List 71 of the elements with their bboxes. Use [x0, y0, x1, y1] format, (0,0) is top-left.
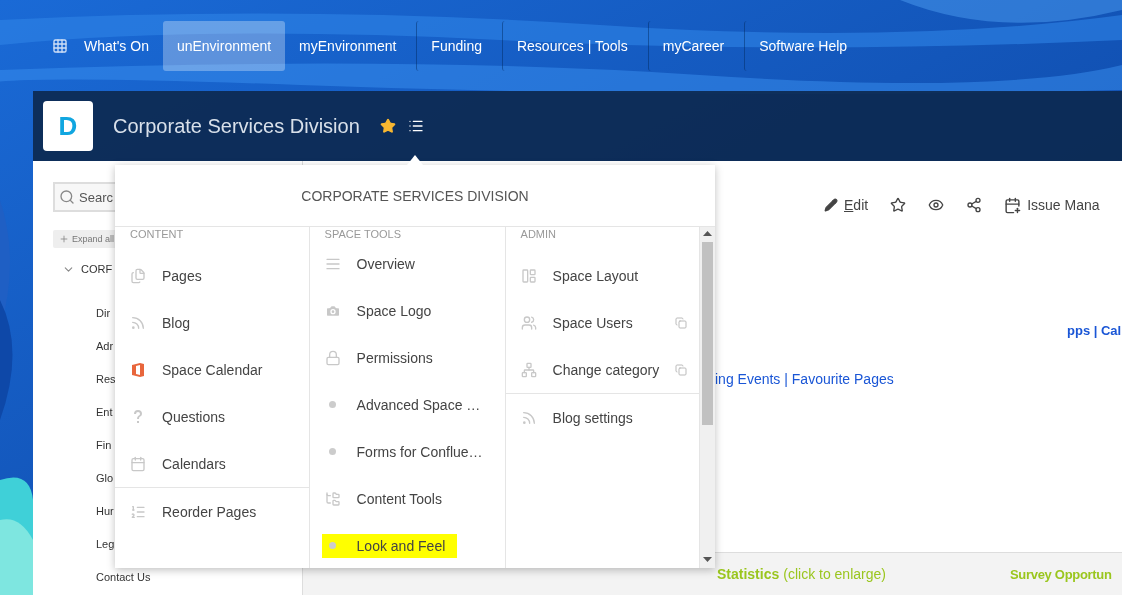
list-icon[interactable] — [407, 118, 424, 134]
tree-item[interactable]: Leg — [96, 537, 115, 550]
space-title: Corporate Services Division — [113, 114, 360, 138]
menu-item[interactable]: Reorder Pages — [115, 488, 309, 535]
page-links[interactable]: ing Events | Favourite Pages — [715, 371, 1122, 387]
share-icon[interactable] — [966, 197, 983, 213]
menu-item[interactable]: Calendars — [115, 440, 309, 487]
dot-icon — [328, 542, 336, 549]
scrollbar[interactable] — [700, 227, 715, 568]
layout-icon — [520, 267, 537, 284]
nav-tab[interactable]: Software Help — [744, 20, 862, 71]
office-icon — [130, 361, 146, 378]
tree-icon — [324, 490, 341, 507]
menu-item[interactable]: Space Layout — [505, 252, 700, 299]
edit-button[interactable]: Edit — [824, 197, 869, 213]
menu-item[interactable]: Forms for Conflue… — [309, 428, 505, 475]
nav-tab[interactable]: myEnvironment — [285, 20, 411, 71]
lock-icon — [324, 349, 341, 366]
nav-tab[interactable]: myCareer — [647, 20, 739, 71]
dot-icon — [328, 448, 336, 455]
menu-item[interactable]: Advanced Space … — [309, 381, 505, 428]
tree-item[interactable]: Res — [96, 372, 116, 385]
column-heading: ADMIN — [519, 227, 557, 242]
column-heading: SPACE TOOLS — [323, 227, 402, 240]
menu-item[interactable]: Blog settings — [505, 394, 700, 441]
star-icon[interactable] — [379, 118, 396, 134]
tree-item[interactable]: Glo — [96, 471, 114, 484]
menu-item[interactable]: Space Logo — [309, 287, 505, 334]
eye-icon[interactable] — [928, 197, 945, 213]
users-icon — [520, 314, 537, 331]
calendar-plus-icon — [1004, 196, 1022, 214]
tree-item[interactable]: Adr — [96, 339, 114, 352]
tree-item[interactable]: Fin — [96, 438, 112, 451]
issue-button[interactable]: Issue Mana — [1004, 196, 1100, 214]
menu-item[interactable]: Questions — [115, 393, 309, 440]
rss-icon — [520, 409, 537, 426]
search-placeholder: Searc — [79, 189, 113, 205]
menu-item[interactable]: Content Tools — [309, 475, 505, 522]
nav-tab[interactable]: What's On — [38, 20, 163, 71]
menu-item[interactable]: Change category — [505, 346, 700, 393]
menu-item[interactable]: Pages — [115, 252, 309, 299]
reorder-icon — [130, 503, 146, 520]
grid-icon — [52, 37, 68, 54]
tree-item[interactable]: CORF — [81, 263, 113, 275]
menu-item[interactable]: Overview — [309, 240, 505, 287]
page-links[interactable]: pps | Cal — [1067, 323, 1122, 338]
nav-tab[interactable]: Resources | Tools — [501, 20, 642, 71]
menu-item[interactable]: Space Calendar — [115, 346, 309, 393]
pencil-icon — [824, 198, 838, 212]
tree-item[interactable]: Hur — [96, 504, 114, 517]
menu-item[interactable]: Blog — [115, 299, 309, 346]
plus-icon — [59, 234, 69, 244]
menu-item[interactable]: Look and Feel — [309, 522, 505, 568]
menu-item[interactable]: Space Users — [505, 299, 700, 346]
tree-item[interactable]: Dir — [96, 306, 111, 319]
scroll-down-icon[interactable] — [703, 557, 713, 562]
star-icon[interactable] — [890, 197, 907, 213]
tree-item[interactable]: Contact Us — [96, 570, 151, 583]
menu-item[interactable]: Permissions — [309, 334, 505, 381]
highlight-marker: Look and Feel — [321, 533, 458, 558]
statistics-hint: (click to enlarge) — [783, 566, 886, 582]
search-icon — [59, 189, 75, 205]
dot-icon — [328, 401, 336, 408]
tree-item[interactable]: Ent — [96, 405, 113, 418]
sitemap-icon — [520, 361, 537, 378]
scroll-up-icon[interactable] — [703, 231, 713, 236]
menu-title: CORPORATE SERVICES DIVISION — [115, 165, 715, 227]
nav-tab[interactable]: Funding — [416, 20, 496, 71]
calendar-icon — [130, 455, 146, 472]
rss-icon — [130, 314, 146, 331]
pages-icon — [130, 267, 146, 284]
